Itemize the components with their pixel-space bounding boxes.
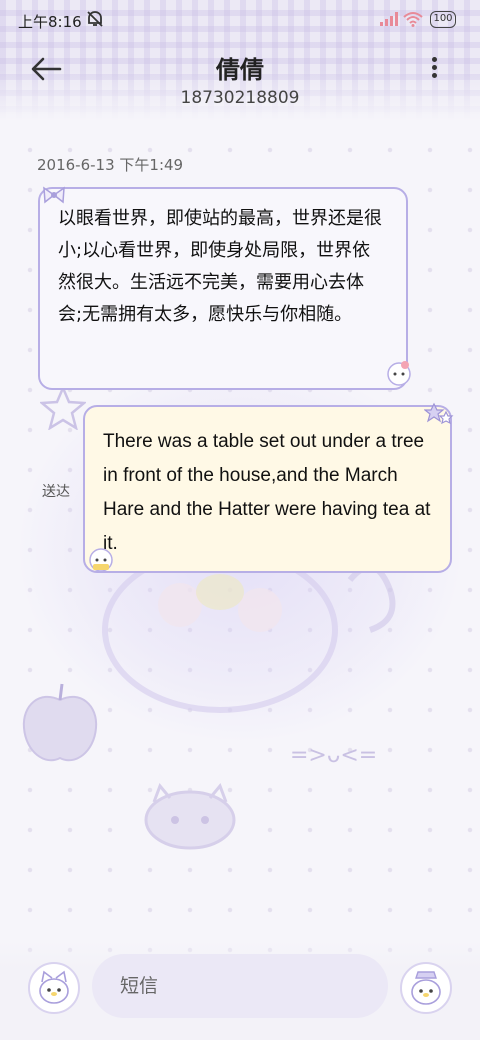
apple-doodle-icon bbox=[22, 683, 98, 762]
kitty-sticker-icon bbox=[89, 548, 113, 572]
received-message-text: 以眼看世界，即使站的最高，世界还是很小;以心看世界，即使身处局限，世界依然很大。… bbox=[58, 208, 382, 325]
kitty-sticker-icon bbox=[387, 361, 411, 386]
more-vertical-icon[interactable] bbox=[424, 54, 444, 84]
emoticon-doodle: =>ᴗ<= bbox=[290, 743, 377, 768]
sent-message-text: There was a table set out under a tree i… bbox=[103, 431, 431, 554]
bow-icon bbox=[43, 186, 65, 204]
status-time: 上午8:16 bbox=[18, 13, 82, 31]
message-input[interactable] bbox=[92, 954, 388, 1018]
wifi-icon bbox=[403, 12, 423, 27]
battery-icon: 100 bbox=[430, 11, 456, 28]
status-bar: 上午8:16 100 bbox=[0, 0, 480, 40]
cat-doodle bbox=[144, 783, 236, 850]
svg-text:=>ᴗ<=: =>ᴗ<= bbox=[290, 743, 377, 768]
contact-name: 倩倩 bbox=[216, 56, 264, 84]
mute-icon bbox=[87, 11, 103, 27]
star-doodle-icon bbox=[40, 386, 86, 430]
message-timestamp: 2016-6-13 下午1:49 bbox=[37, 156, 184, 174]
conversation-header: 倩倩 18730218809 bbox=[0, 40, 480, 120]
star-sticker-icon bbox=[424, 402, 454, 425]
sticker-cat-icon[interactable] bbox=[28, 962, 80, 1014]
send-cat-icon[interactable] bbox=[400, 962, 452, 1014]
delivery-status: 送达 bbox=[42, 484, 70, 500]
sent-message-bubble[interactable]: There was a table set out under a tree i… bbox=[83, 405, 452, 573]
contact-number: 18730218809 bbox=[180, 88, 300, 108]
signal-icon bbox=[380, 12, 398, 26]
received-message-bubble[interactable]: 以眼看世界，即使站的最高，世界还是很小;以心看世界，即使身处局限，世界依然很大。… bbox=[38, 187, 408, 390]
composer-bar bbox=[0, 940, 480, 1040]
